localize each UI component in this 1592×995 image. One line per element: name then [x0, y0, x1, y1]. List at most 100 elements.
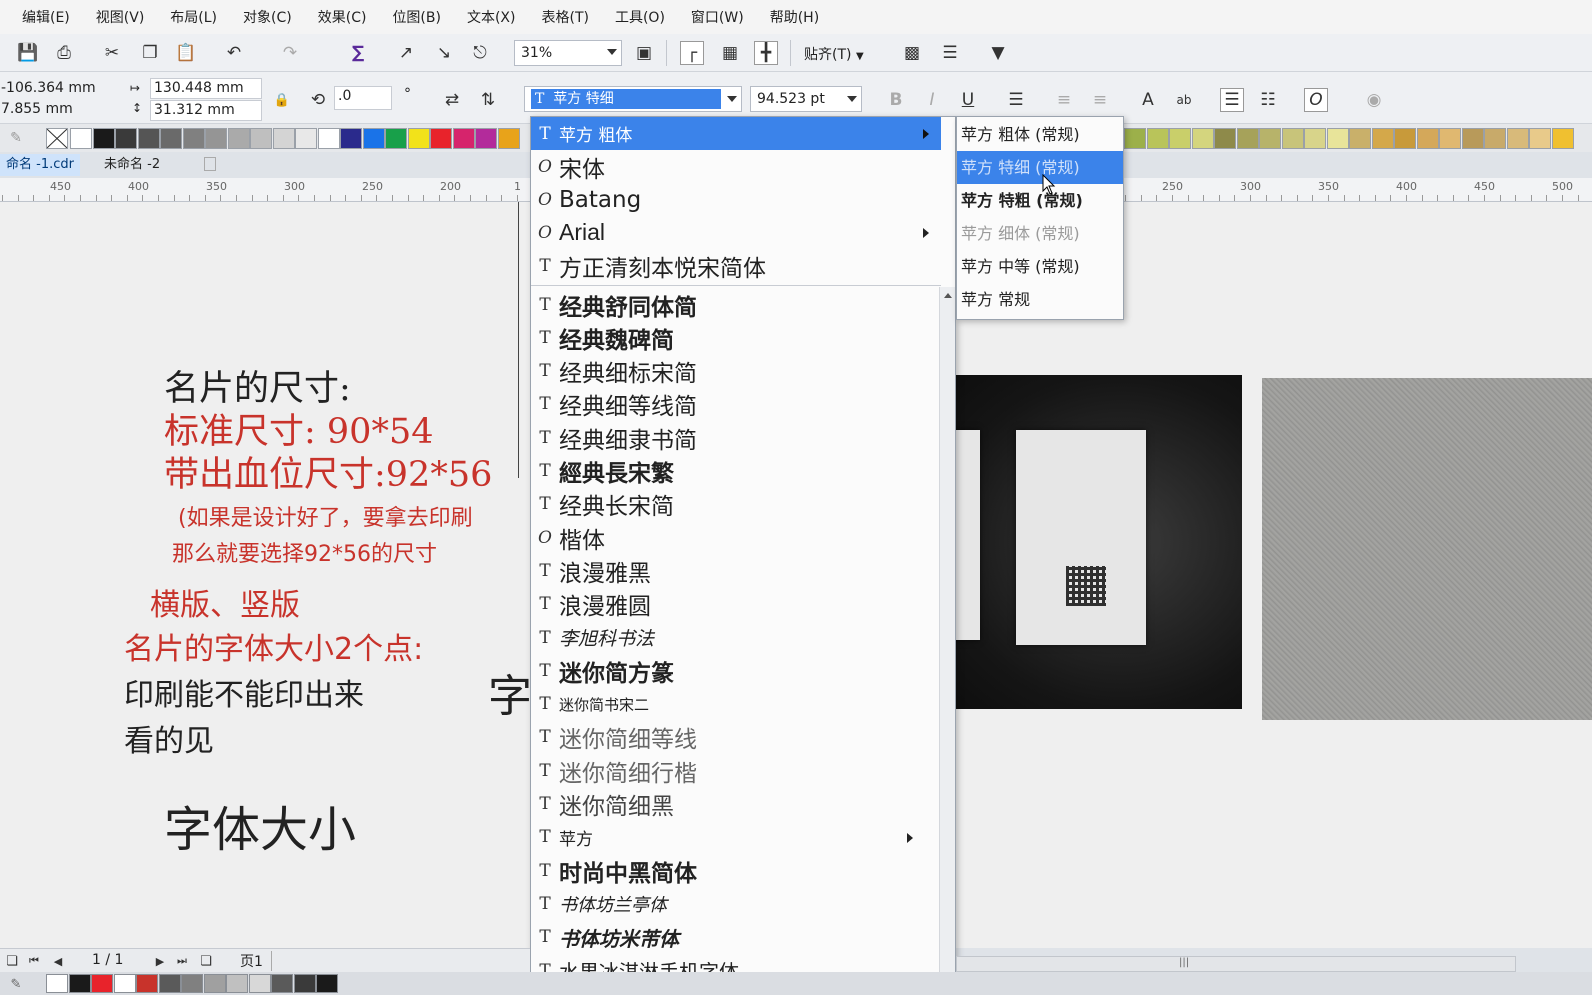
color-swatch[interactable] [1191, 128, 1214, 149]
color-swatch[interactable] [1484, 128, 1506, 149]
drop-cap-icon[interactable]: ≡ [1088, 88, 1112, 112]
font-style-item[interactable]: 苹方 中等 (常规) [957, 250, 1123, 283]
font-list-item[interactable]: T 经典长宋简 [531, 488, 941, 521]
canvas-text-line8[interactable]: 印刷能不能印出来 [124, 670, 364, 714]
menu-item-0[interactable]: 编辑(E) [22, 7, 70, 27]
color-swatch[interactable] [295, 128, 317, 149]
font-list-item[interactable]: T 浪漫雅圆 [531, 588, 941, 621]
canvas-text-line9[interactable]: 看的见 [124, 716, 214, 760]
font-list-item[interactable]: T 浪漫雅黑 [531, 554, 941, 587]
color-swatch[interactable] [1281, 128, 1304, 149]
horizontal-scrollbar[interactable]: ||| [956, 956, 1516, 972]
canvas-text-line10[interactable]: 字体大小 [164, 790, 356, 860]
launch-icon[interactable]: ▼ [986, 41, 1010, 65]
font-list-item[interactable]: O Arial [531, 216, 941, 249]
color-swatch[interactable] [182, 128, 205, 149]
color-swatch[interactable] [1551, 128, 1574, 149]
font-list-item[interactable]: T 迷你简细等线 [531, 721, 941, 754]
menu-item-5[interactable]: 位图(B) [392, 7, 441, 27]
color-swatch[interactable] [1304, 128, 1326, 149]
font-list-item[interactable]: T 书体坊兰亭体 [531, 887, 941, 920]
add-page-after-icon[interactable]: ❏ [194, 949, 218, 973]
font-list-item[interactable]: T 经典舒同体简 [531, 288, 941, 321]
font-list-item[interactable]: O Batang [531, 183, 941, 216]
print-icon[interactable]: ⎙ [52, 41, 76, 65]
menu-item-3[interactable]: 对象(C) [243, 7, 292, 27]
menu-item-4[interactable]: 效果(C) [318, 7, 367, 27]
color-swatch[interactable] [407, 128, 430, 149]
color-swatch[interactable] [1529, 128, 1551, 149]
color-swatch[interactable] [92, 128, 115, 149]
font-list-item[interactable]: T 经典细标宋简 [531, 355, 941, 388]
color-swatch[interactable] [362, 128, 385, 149]
zoom-select[interactable]: 31% [514, 40, 622, 66]
recent-color-swatch[interactable] [293, 974, 316, 993]
menu-item-9[interactable]: 窗口(W) [691, 7, 744, 27]
font-list-item[interactable]: T 方正清刻本悦宋简体 [531, 249, 941, 282]
canvas-text-line7[interactable]: 名片的字体大小2个点: [124, 624, 423, 668]
cut-icon[interactable]: ✂ [100, 41, 124, 65]
color-swatch[interactable] [430, 128, 452, 149]
font-list-item[interactable]: T 迷你简细黑 [531, 788, 941, 821]
color-swatch[interactable] [1124, 128, 1146, 149]
eyedropper-icon[interactable]: ✎ [4, 972, 28, 995]
grid-icon[interactable]: ▦ [718, 41, 742, 65]
no-fill-swatch[interactable] [46, 128, 68, 149]
color-swatch[interactable] [250, 128, 272, 149]
canvas-text-line6[interactable]: 横版、竖版 [150, 580, 300, 624]
next-page-icon[interactable]: ▶ [148, 949, 172, 973]
font-list-item[interactable]: T 经典细隶书简 [531, 421, 941, 454]
menu-item-2[interactable]: 布局(L) [170, 7, 217, 27]
font-list-item[interactable]: T 李旭科书法 [531, 621, 941, 654]
font-style-item[interactable]: 苹方 粗体 (常规) [957, 118, 1123, 151]
recent-color-swatch[interactable] [136, 974, 158, 993]
menu-item-1[interactable]: 视图(V) [96, 7, 145, 27]
color-swatch[interactable] [272, 128, 295, 149]
doc-tab-1[interactable]: 命名 -1.cdr [0, 154, 80, 176]
horizontal-text-icon[interactable]: ☰ [1220, 88, 1244, 112]
font-style-item[interactable]: 苹方 特粗 (常规) [957, 184, 1123, 217]
color-swatch[interactable] [1416, 128, 1439, 149]
interactive-opentype-icon[interactable]: O [1304, 88, 1328, 112]
text-properties-icon[interactable]: A [1136, 88, 1160, 112]
guidelines-icon[interactable]: ╋ [754, 41, 778, 65]
italic-icon[interactable]: I [920, 88, 944, 112]
text-align-icon[interactable]: ☰ [1004, 88, 1028, 112]
save-icon[interactable]: 💾 [16, 41, 40, 65]
color-swatch[interactable] [1349, 128, 1371, 149]
color-swatch[interactable] [1214, 128, 1236, 149]
bold-icon[interactable]: B [884, 88, 908, 112]
color-swatch[interactable] [205, 128, 227, 149]
color-swatch[interactable] [452, 128, 475, 149]
mirror-horizontal-icon[interactable]: ⇄ [440, 88, 464, 112]
add-page-icon[interactable]: ❏ [0, 949, 24, 973]
color-swatch[interactable] [1236, 128, 1259, 149]
font-list-scrollbar[interactable] [939, 287, 955, 994]
x-position-field[interactable]: -106.364 mm [0, 79, 116, 100]
canvas-text-partial[interactable]: 字 [488, 660, 532, 724]
menu-item-7[interactable]: 表格(T) [541, 7, 588, 27]
eyedropper-icon[interactable]: ✎ [4, 126, 28, 150]
lock-ratio-icon[interactable]: 🔒 [270, 88, 294, 112]
color-swatch[interactable] [1259, 128, 1281, 149]
color-swatch[interactable] [317, 128, 340, 149]
color-swatch[interactable] [1506, 128, 1529, 149]
scroll-up-icon[interactable] [944, 293, 952, 298]
vertical-text-icon[interactable]: ☷ [1256, 88, 1280, 112]
last-page-icon[interactable]: ⏭ [170, 949, 194, 973]
card-mockup-dark[interactable] [940, 375, 1242, 709]
menu-item-10[interactable]: 帮助(H) [770, 7, 819, 27]
recent-color-swatch[interactable] [113, 974, 136, 993]
color-swatch[interactable] [1146, 128, 1169, 149]
color-swatch[interactable] [1439, 128, 1461, 149]
font-list-item[interactable]: T 苹方 粗体 [531, 117, 941, 150]
export-icon[interactable]: ↘ [432, 41, 456, 65]
color-swatch[interactable] [1371, 128, 1394, 149]
font-list-item[interactable]: T 时尚中黑简体 [531, 854, 941, 887]
rulers-icon[interactable]: ┌ [680, 41, 704, 65]
color-swatch[interactable] [340, 128, 362, 149]
font-list-item[interactable]: O 宋体 [531, 150, 941, 183]
recent-color-swatch[interactable] [271, 974, 293, 993]
recent-color-swatch[interactable] [158, 974, 181, 993]
import-icon[interactable]: ↗ [394, 41, 418, 65]
